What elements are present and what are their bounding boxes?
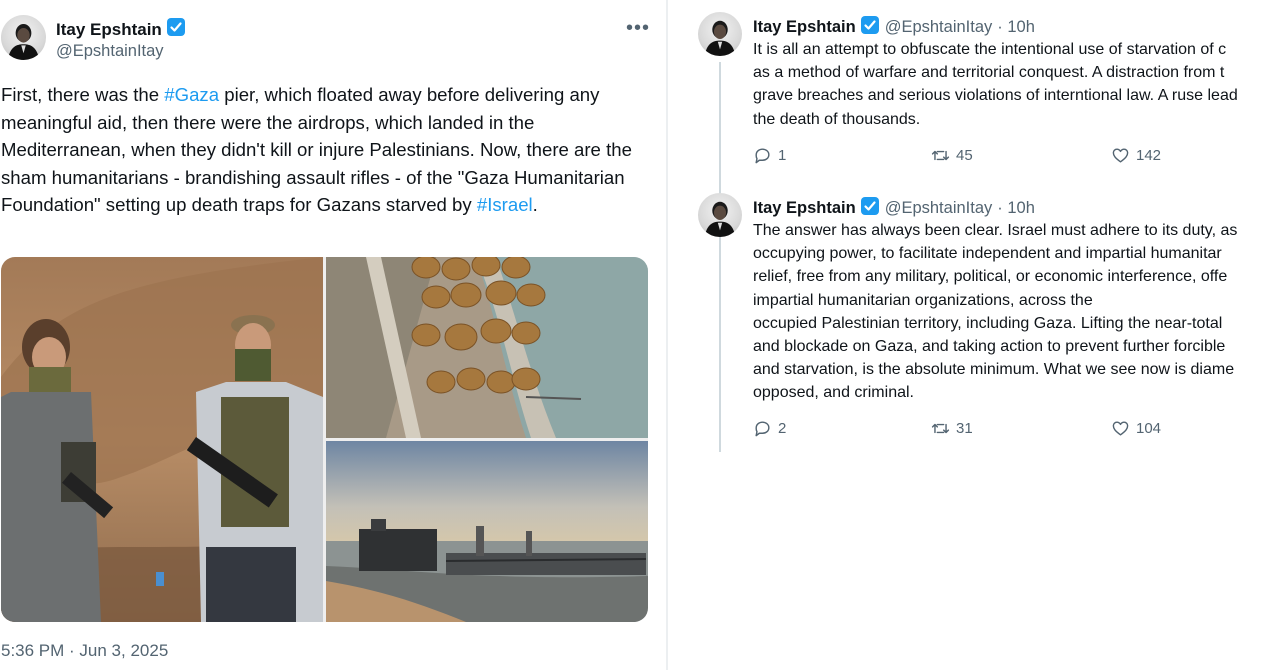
verified-badge-icon <box>860 196 880 221</box>
reply-text-line: occupying power, to facilitate independe… <box>753 245 1222 263</box>
main-tweet: Itay Epshtain @EpshtainItay ••• First, t… <box>0 0 666 670</box>
media-image-beached-pier[interactable] <box>326 441 648 622</box>
tweet-text: First, there was the #Gaza pier, which f… <box>1 81 651 219</box>
media-grid[interactable] <box>1 257 648 622</box>
reply-text-line: It is all an attempt to obfuscate the in… <box>753 41 1227 58</box>
like-button[interactable]: 104 <box>1111 419 1161 438</box>
column-divider <box>666 0 668 670</box>
reply-tweet: Itay Epshtain @EpshtainItay · 10h The an… <box>698 193 1280 453</box>
reply-count: 1 <box>778 147 787 164</box>
reply-text: It is all an attempt to obfuscate the in… <box>753 38 1280 131</box>
reply-tweet: Itay Epshtain @EpshtainItay · 10h It is … <box>698 12 1280 182</box>
repost-button[interactable]: 45 <box>931 146 1111 165</box>
tweet-text-segment: First, there was the <box>1 84 165 105</box>
reply-button[interactable]: 2 <box>753 419 931 438</box>
reply-bubble-icon <box>755 421 770 437</box>
action-bar: 1 45 142 <box>753 146 1161 165</box>
avatar[interactable] <box>698 12 742 56</box>
repost-count: 45 <box>956 147 973 164</box>
reply-text-line: as a method of warfare and territorial c… <box>753 64 1225 82</box>
reply-text-line: impartial humanitarian organizations, ac… <box>753 291 1093 309</box>
reply-text-line: The answer has always been clear. Israel… <box>753 222 1238 239</box>
like-count: 142 <box>1136 147 1162 164</box>
media-image-contractors[interactable] <box>1 257 323 622</box>
reply-count: 2 <box>778 420 787 437</box>
verified-badge-icon <box>166 17 186 42</box>
hashtag-link[interactable]: #Gaza <box>164 84 219 105</box>
reply-text-line: and starvation, is the absolute minimum.… <box>753 361 1235 379</box>
reply-text-line: the death of thousands. <box>753 110 921 128</box>
reply-text: The answer has always been clear. Israel… <box>753 219 1280 405</box>
like-count: 104 <box>1136 420 1162 437</box>
tweet-text-segment: . <box>532 194 538 215</box>
heart-icon <box>1112 421 1129 436</box>
author-name[interactable]: Itay Epshtain <box>753 199 856 218</box>
avatar[interactable] <box>1 15 46 60</box>
repost-icon <box>931 423 950 434</box>
more-options-icon[interactable]: ••• <box>626 18 650 38</box>
author-handle[interactable]: @EpshtainItay <box>885 18 993 37</box>
reply-bubble-icon <box>755 148 770 164</box>
author-name[interactable]: Itay Epshtain <box>56 20 162 40</box>
tweet-timestamp[interactable]: 5:36 PM · Jun 3, 2025 <box>1 641 168 661</box>
reply-text-line: relief, free from any military, politica… <box>753 268 1228 286</box>
action-bar: 2 31 104 <box>753 419 1161 438</box>
reply-text-line: and blockade on Gaza, and taking action … <box>753 338 1226 356</box>
author-handle[interactable]: @EpshtainItay <box>885 199 993 218</box>
reply-text-line: grave breaches and serious violations of… <box>753 87 1238 105</box>
heart-icon <box>1112 148 1129 163</box>
reply-text-line: opposed, and criminal. <box>753 384 914 402</box>
repost-button[interactable]: 31 <box>931 419 1111 438</box>
reply-text-line: occupied Palestinian territory, includin… <box>753 314 1223 332</box>
reply-time[interactable]: · 10h <box>997 18 1035 37</box>
reply-button[interactable]: 1 <box>753 146 931 165</box>
repost-icon <box>931 150 950 161</box>
media-image-airdrops[interactable] <box>326 257 648 438</box>
avatar[interactable] <box>698 193 742 237</box>
verified-badge-icon <box>860 15 880 40</box>
like-button[interactable]: 142 <box>1111 146 1161 165</box>
author-name[interactable]: Itay Epshtain <box>753 18 856 37</box>
repost-count: 31 <box>956 420 973 437</box>
author-handle[interactable]: @EpshtainItay <box>56 42 164 61</box>
hashtag-link[interactable]: #Israel <box>477 194 533 215</box>
reply-time[interactable]: · 10h <box>997 199 1035 218</box>
